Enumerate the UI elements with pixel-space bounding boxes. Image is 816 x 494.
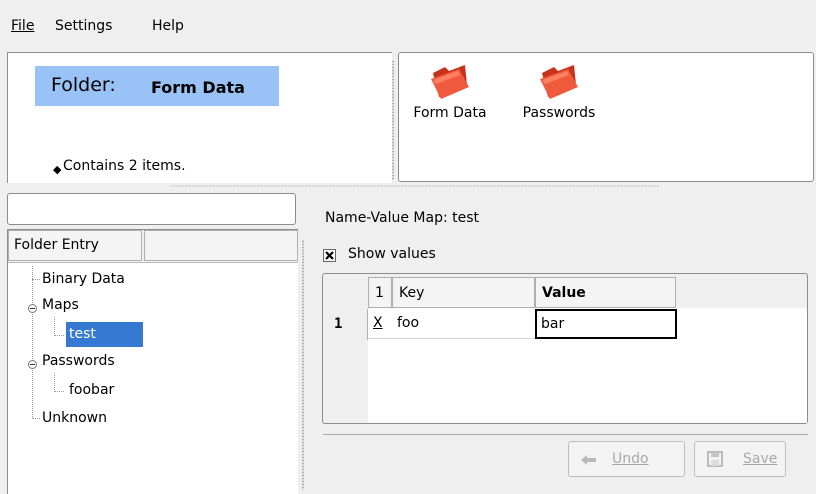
column-header-key[interactable]: Key [392, 277, 535, 308]
delete-row-button[interactable]: X [368, 309, 392, 339]
tree-item-binary-data[interactable]: Binary Data [42, 271, 125, 287]
folder-name: Form Data [151, 78, 245, 97]
tree-item-unknown[interactable]: Unknown [42, 410, 107, 426]
tree-line [32, 418, 40, 419]
tree-line [54, 373, 55, 392]
tree-line [54, 391, 64, 392]
menubar: File Settings Help [0, 0, 816, 46]
folder-icon-view: Form Data Passwords [398, 52, 814, 182]
save-icon [707, 451, 723, 467]
search-input[interactable] [7, 193, 296, 225]
menu-settings-label: Settings [55, 18, 113, 34]
save-button[interactable]: Save [694, 441, 786, 477]
folder-item-form-data[interactable]: Form Data [410, 63, 490, 121]
column-header-empty[interactable] [144, 230, 298, 261]
undo-icon [581, 455, 596, 465]
tree-line [32, 266, 33, 419]
name-value-table: 1 Key Value X foo bar 1 [322, 273, 808, 424]
table-header-row: 1 Key Value [368, 277, 677, 308]
column-header-index[interactable]: 1 [368, 277, 392, 308]
bullet-icon: ◆ [53, 163, 62, 176]
splitter-handle-vertical-bottom[interactable] [302, 240, 304, 490]
folder-icon [540, 65, 578, 99]
collapse-icon[interactable] [28, 360, 37, 369]
folder-label: Passwords [522, 105, 596, 121]
column-header-value[interactable]: Value [535, 277, 676, 308]
menu-help-label: Help [152, 18, 184, 34]
folder-entry-tree: Folder Entry Binary Data Maps test Passw… [7, 229, 298, 494]
folder-icon [431, 65, 469, 99]
splitter-handle-vertical-top[interactable] [392, 60, 394, 180]
menu-file-label: File [11, 18, 35, 34]
show-values-label[interactable]: Show values [348, 246, 436, 262]
undo-label: Undo [612, 451, 649, 467]
row-number: 1 [334, 316, 343, 332]
folder-header: Folder: Form Data [35, 66, 279, 106]
splitter-handle-horizontal[interactable] [170, 185, 660, 187]
tree-line [32, 279, 40, 280]
table-body: X foo bar [368, 308, 807, 423]
menu-help[interactable]: Help [152, 18, 184, 34]
folder-item-count: Contains 2 items. [63, 158, 186, 174]
folder-item-passwords[interactable]: Passwords [514, 63, 604, 121]
row-header[interactable]: 1 [324, 309, 368, 340]
save-label: Save [743, 451, 778, 467]
column-header-folder-entry[interactable]: Folder Entry [8, 230, 142, 261]
folder-info-panel: Folder: Form Data ◆ Contains 2 items. [7, 52, 392, 183]
tree-item-maps[interactable]: Maps [42, 297, 79, 313]
cell-value[interactable]: bar [535, 309, 677, 339]
tree-item-label: test [69, 326, 96, 342]
menu-settings[interactable]: Settings [55, 18, 112, 34]
tree-item-foobar[interactable]: foobar [69, 382, 114, 398]
checkmark-icon [325, 251, 334, 260]
folder-label: Form Data [413, 105, 487, 121]
folder-prefix: Folder: [51, 74, 116, 96]
separator [323, 434, 808, 435]
undo-button[interactable]: Undo [568, 441, 685, 477]
menu-file[interactable]: File [11, 18, 34, 34]
tree-header: Folder Entry [8, 230, 298, 263]
tree-line [54, 317, 55, 336]
tree-line [54, 335, 64, 336]
map-title: Name-Value Map: test [325, 210, 480, 226]
show-values-checkbox[interactable] [323, 249, 336, 262]
tree-item-passwords[interactable]: Passwords [42, 353, 115, 369]
cell-key[interactable]: foo [392, 309, 535, 339]
tree-item-test-selected[interactable]: test [66, 322, 143, 347]
collapse-icon[interactable] [28, 304, 37, 313]
